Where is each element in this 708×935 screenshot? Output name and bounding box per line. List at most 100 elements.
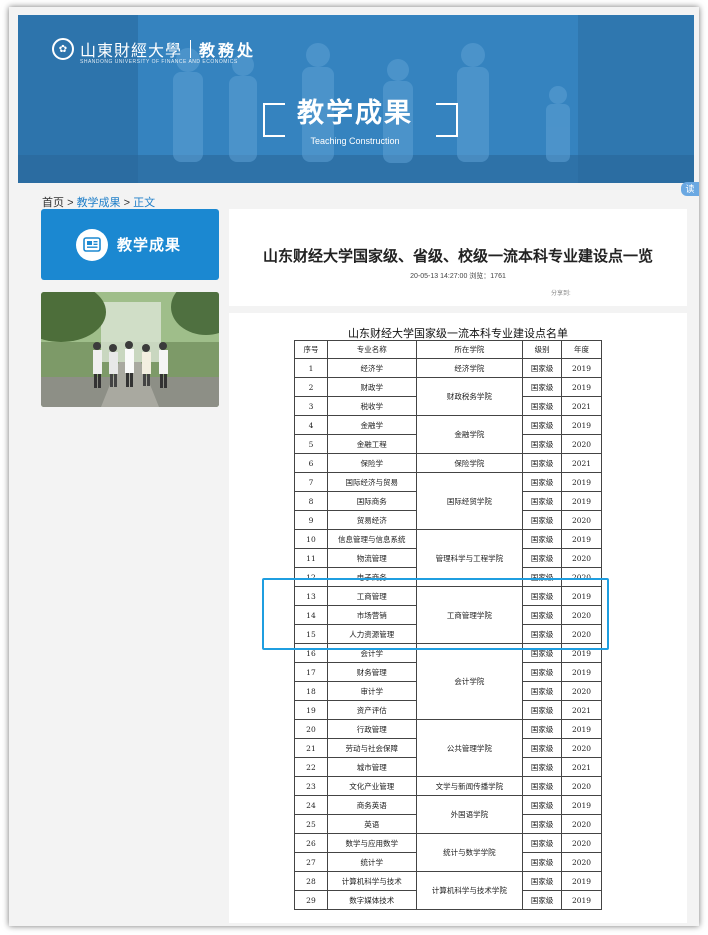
level: 国家级 bbox=[522, 871, 563, 891]
breadcrumb-section[interactable]: 教学成果 bbox=[77, 197, 121, 209]
level: 国家级 bbox=[522, 719, 563, 739]
table-row: 20 行政管理 公共管理学院 国家级 2019 bbox=[294, 719, 602, 777]
year: 2019 bbox=[561, 358, 602, 378]
year: 2019 bbox=[561, 491, 602, 511]
row-number: 6 bbox=[294, 453, 328, 473]
row-number: 22 bbox=[294, 757, 328, 777]
year: 2019 bbox=[561, 719, 602, 739]
row-number: 8 bbox=[294, 491, 328, 511]
major-name: 财政学 bbox=[326, 377, 417, 397]
major-name: 信息管理与信息系统 bbox=[326, 529, 417, 549]
major-name: 经济学 bbox=[326, 358, 417, 378]
banner-heading: 教学成果 Teaching Construction bbox=[250, 91, 460, 146]
row-number: 19 bbox=[294, 700, 328, 720]
department-name: 教務处 bbox=[199, 41, 257, 60]
university-seal-icon: ✿ bbox=[52, 38, 74, 60]
university-logo[interactable]: ✿ 山東財經大學 教務处 SHANDONG UNIVERSITY OF FINA… bbox=[52, 37, 257, 65]
banner-title: 教学成果 bbox=[297, 98, 413, 128]
row-number: 1 bbox=[294, 358, 328, 378]
row-number: 18 bbox=[294, 681, 328, 701]
year: 2021 bbox=[561, 700, 602, 720]
row-number: 21 bbox=[294, 738, 328, 758]
level: 国家级 bbox=[522, 852, 563, 872]
year: 2020 bbox=[561, 776, 602, 796]
row-number: 2 bbox=[294, 377, 328, 397]
table-row: 26 数学与应用数学 统计与数学学院 国家级 2020 bbox=[294, 833, 602, 872]
table-row: 7 国际经济与贸易 国际经贸学院 国家级 2019 bbox=[294, 472, 602, 530]
row-number: 11 bbox=[294, 548, 328, 568]
major-name: 金融学 bbox=[326, 415, 417, 435]
breadcrumb-current[interactable]: 正文 bbox=[133, 197, 155, 209]
school-english-name: SHANDONG UNIVERSITY OF FINANCE AND ECONO… bbox=[80, 59, 238, 65]
college-name: 国际经贸学院 bbox=[415, 472, 524, 530]
table-row: 1 经济学 经济学院 国家级 2019 bbox=[294, 358, 602, 378]
year: 2019 bbox=[561, 415, 602, 435]
year: 2020 bbox=[561, 510, 602, 530]
year: 2021 bbox=[561, 396, 602, 416]
breadcrumb-separator: > bbox=[67, 197, 74, 209]
major-name: 物流管理 bbox=[326, 548, 417, 568]
level: 国家级 bbox=[522, 814, 563, 834]
level: 国家级 bbox=[522, 700, 563, 720]
level: 国家级 bbox=[522, 890, 563, 910]
college-name: 经济学院 bbox=[415, 358, 524, 378]
major-name: 文化产业管理 bbox=[326, 776, 417, 796]
share-label[interactable]: 分享到: bbox=[551, 288, 571, 297]
level: 国家级 bbox=[522, 662, 563, 682]
row-number: 24 bbox=[294, 795, 328, 815]
campus-photo bbox=[41, 292, 219, 407]
breadcrumb-home[interactable]: 首页 bbox=[42, 197, 64, 209]
table-row: 6 保险学 保险学院 国家级 2021 bbox=[294, 453, 602, 473]
row-number: 26 bbox=[294, 833, 328, 853]
table-caption: 山东财经大学国家级一流本科专业建设点名单 bbox=[348, 327, 568, 340]
year: 2020 bbox=[561, 548, 602, 568]
row-number: 27 bbox=[294, 852, 328, 872]
row-number: 28 bbox=[294, 871, 328, 891]
year: 2021 bbox=[561, 453, 602, 473]
major-name: 审计学 bbox=[326, 681, 417, 701]
highlight-box bbox=[262, 578, 609, 650]
year: 2019 bbox=[561, 377, 602, 397]
year: 2019 bbox=[561, 662, 602, 682]
sidebar-title: 教学成果 bbox=[117, 237, 182, 254]
row-number: 10 bbox=[294, 529, 328, 549]
major-name: 行政管理 bbox=[326, 719, 417, 739]
row-number: 20 bbox=[294, 719, 328, 739]
major-name: 金融工程 bbox=[326, 434, 417, 454]
sidebar-section-header[interactable]: 教学成果 bbox=[41, 209, 219, 280]
college-name: 文学与新闻传播学院 bbox=[415, 776, 524, 796]
row-number: 7 bbox=[294, 472, 328, 492]
level: 国家级 bbox=[522, 681, 563, 701]
table-row: 24 商务英语 外国语学院 国家级 2019 bbox=[294, 795, 602, 834]
row-number: 29 bbox=[294, 890, 328, 910]
article-header-card: 山东财经大学国家级、省级、校级一流本科专业建设点一览 20-05-13 14:2… bbox=[229, 209, 687, 306]
side-reader-badge[interactable]: 读 bbox=[681, 182, 699, 196]
year: 2020 bbox=[561, 814, 602, 834]
news-icon-circle bbox=[76, 228, 108, 261]
table-row: 23 文化产业管理 文学与新闻传播学院 国家级 2020 bbox=[294, 776, 602, 796]
level: 国家级 bbox=[522, 396, 563, 416]
year: 2020 bbox=[561, 852, 602, 872]
level: 国家级 bbox=[522, 434, 563, 454]
college-name: 公共管理学院 bbox=[415, 719, 524, 777]
row-number: 25 bbox=[294, 814, 328, 834]
major-name: 税收学 bbox=[326, 396, 417, 416]
column-header: 年度 bbox=[561, 340, 602, 359]
college-name: 财政税务学院 bbox=[415, 377, 524, 416]
level: 国家级 bbox=[522, 776, 563, 796]
major-name: 贸易经济 bbox=[326, 510, 417, 530]
major-name: 保险学 bbox=[326, 453, 417, 473]
college-name: 会计学院 bbox=[415, 643, 524, 720]
year: 2021 bbox=[561, 757, 602, 777]
college-name: 保险学院 bbox=[415, 453, 524, 473]
level: 国家级 bbox=[522, 795, 563, 815]
column-header: 所在学院 bbox=[415, 340, 524, 359]
row-number: 5 bbox=[294, 434, 328, 454]
level: 国家级 bbox=[522, 453, 563, 473]
year: 2019 bbox=[561, 871, 602, 891]
college-name: 金融学院 bbox=[415, 415, 524, 454]
logo-divider bbox=[190, 40, 192, 58]
college-name: 外国语学院 bbox=[415, 795, 524, 834]
year: 2020 bbox=[561, 434, 602, 454]
page-frame: ✿ 山東財經大學 教務处 SHANDONG UNIVERSITY OF FINA… bbox=[9, 7, 699, 926]
